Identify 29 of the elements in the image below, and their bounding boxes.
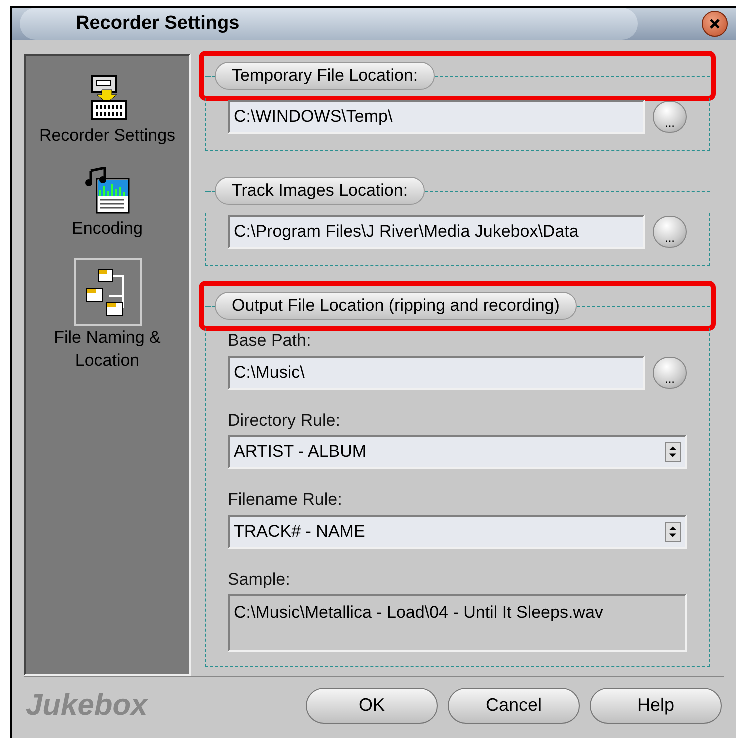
- browse-button[interactable]: ...: [653, 101, 687, 133]
- music-spectrum-icon: [84, 167, 130, 215]
- spinner-arrows-icon: [665, 442, 681, 462]
- group-heading: Temporary File Location:: [215, 62, 436, 90]
- sidebar-item[interactable]: Encoding: [32, 165, 182, 240]
- rule-dropdown[interactable]: ARTIST - ALBUM: [228, 435, 687, 469]
- field-label: Base Path:: [228, 330, 312, 352]
- sidebar-item[interactable]: File Naming & Location: [32, 258, 182, 372]
- sidebar-item[interactable]: Recorder Settings: [32, 72, 182, 147]
- browse-button[interactable]: ...: [653, 216, 687, 248]
- window-title: Recorder Settings: [76, 12, 240, 36]
- field-label: Sample:: [228, 568, 292, 590]
- field-label: Filename Rule:: [228, 489, 344, 511]
- group-heading: Track Images Location:: [215, 177, 426, 205]
- jukebox-logo: Jukebox: [26, 688, 150, 724]
- spinner-arrows-icon: [665, 522, 681, 542]
- path-field[interactable]: C:\WINDOWS\Temp\: [228, 100, 645, 134]
- path-field[interactable]: C:\Music\: [228, 356, 645, 390]
- browse-button[interactable]: ...: [653, 356, 687, 388]
- sample-box: C:\Music\Metallica - Load\04 - Until It Sleeps.wav: [228, 594, 687, 652]
- close-button[interactable]: [702, 11, 728, 37]
- rule-dropdown[interactable]: TRACK# - NAME: [228, 514, 687, 548]
- path-field[interactable]: C:\Program Files\J River\Media Jukebox\Data: [228, 215, 645, 249]
- dialog-button[interactable]: Cancel: [448, 688, 580, 724]
- dialog-button[interactable]: Help: [590, 688, 722, 724]
- close-icon: [709, 18, 721, 30]
- dialog-button[interactable]: OK: [306, 688, 438, 724]
- field-label: Directory Rule:: [228, 410, 342, 432]
- group-heading: Output File Location (ripping and recording): [215, 292, 577, 320]
